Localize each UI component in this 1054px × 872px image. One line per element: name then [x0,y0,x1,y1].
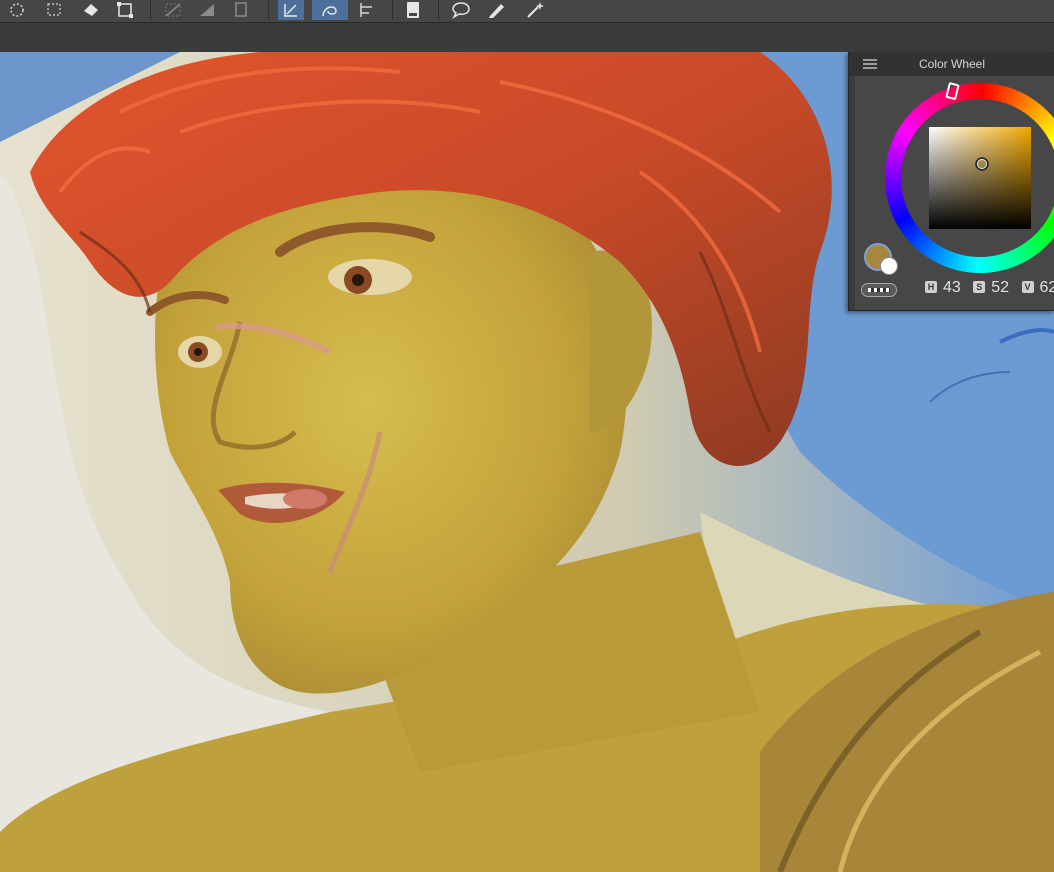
transparent-color-toggle[interactable] [861,283,897,297]
tablet-tool-button[interactable] [400,0,426,20]
toolbar-separator [438,0,439,20]
select-area-tool-button[interactable] [42,0,68,20]
saturation-label: S [973,281,986,293]
frame-icon [235,2,247,17]
lasso-tool-button[interactable] [4,0,30,20]
lasso-icon [10,3,24,17]
sparkle-brush-tool-button[interactable] [522,0,548,20]
hue-label: H [925,281,937,293]
select-area-icon [47,3,61,16]
frame-tool-button[interactable] [228,0,254,20]
ruler-icon [165,3,181,17]
saturation-value[interactable]: 52 [991,279,1009,296]
sub-color-swatch[interactable] [880,257,898,275]
color-wheel-panel: Color Wheel H 43 S 52 V 62 [848,52,1054,311]
eraser-icon [84,4,98,16]
curve-tool-button[interactable] [312,0,348,20]
top-toolbar [0,0,1054,23]
transform-tool-button[interactable] [112,0,138,20]
vector-select-tool-button[interactable] [278,0,304,20]
align-icon [360,3,372,17]
align-tool-button[interactable] [354,0,380,20]
eraser-tool-button[interactable] [78,0,104,20]
panel-menu-icon[interactable] [863,59,877,69]
hsv-readout: H 43 S 52 V 62 [925,279,1054,299]
curve-icon [322,6,337,17]
toolbar-separator [150,0,151,20]
fill-icon [200,4,214,16]
transform-icon [117,2,133,18]
value-label: V [1021,281,1034,293]
panel-body: H 43 S 52 V 62 [855,76,1054,310]
toolbar-separator [392,0,393,20]
toolbar-separator [268,0,269,20]
panel-header: Color Wheel [849,52,1054,76]
ruler-tool-button[interactable] [160,0,186,20]
pen-tool-button[interactable] [484,0,510,20]
panel-title: Color Wheel [919,57,986,71]
vector-select-icon [284,4,297,17]
balloon-tool-button[interactable] [448,0,474,20]
tool-property-bar [0,23,1054,52]
fill-tool-button[interactable] [194,0,220,20]
value-value[interactable]: 62 [1040,279,1054,296]
sparkle-brush-icon [527,2,544,18]
saturation-value-square[interactable] [929,127,1031,229]
tablet-icon [407,2,419,18]
hue-value[interactable]: 43 [943,279,961,296]
balloon-icon [452,2,470,19]
pen-icon [489,4,504,18]
